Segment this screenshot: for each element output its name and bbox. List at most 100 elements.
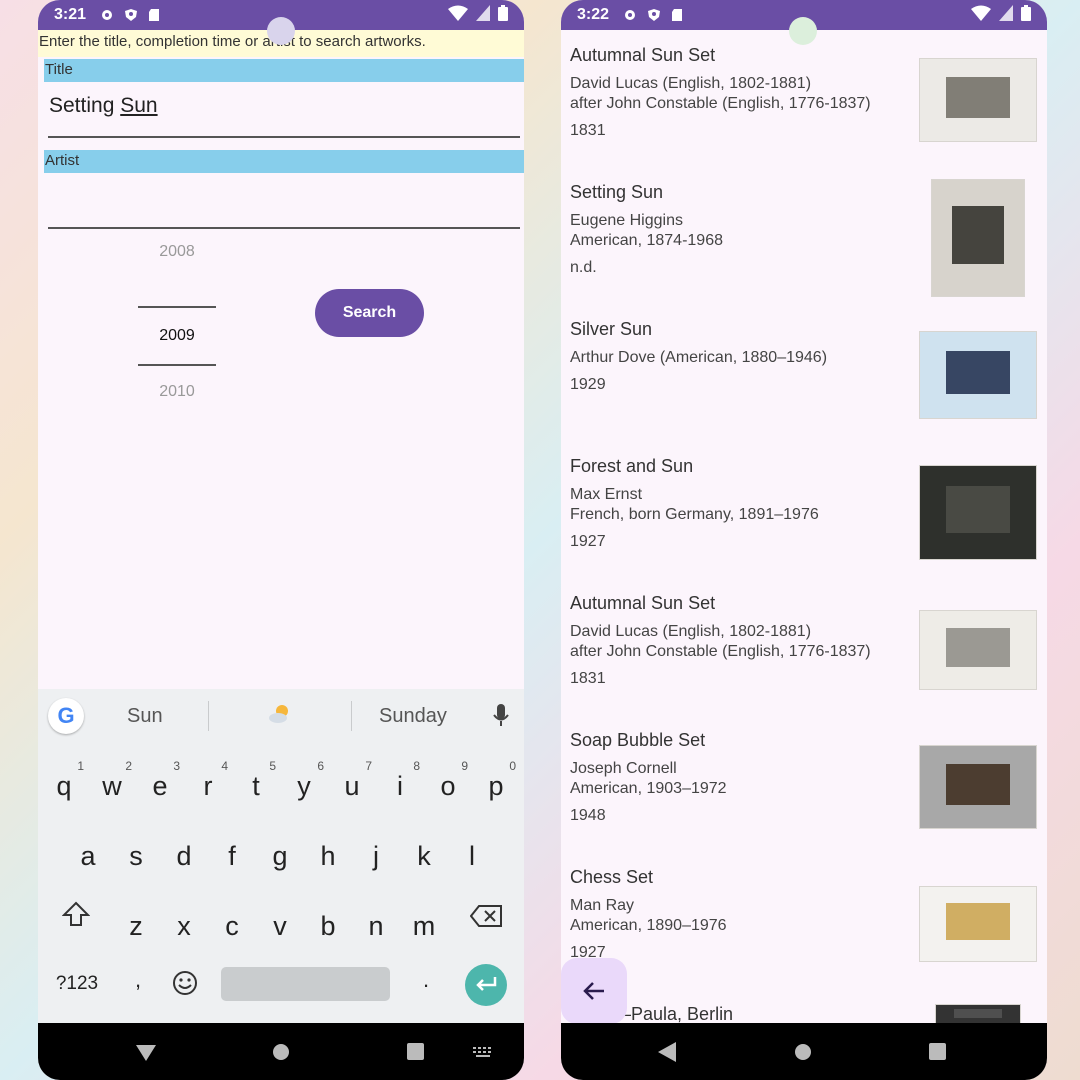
result-artist: Arthur Dove (American, 1880–1946) xyxy=(570,349,828,366)
key-hint-number: 8 xyxy=(413,759,420,773)
settings-icon xyxy=(623,8,637,22)
artwork-thumbnail[interactable] xyxy=(919,331,1037,419)
home-nav-icon[interactable] xyxy=(794,1043,812,1061)
key-hint-number: 9 xyxy=(461,759,468,773)
soft-keyboard: G Sun Sunday q1w2e3r4t5y6u7i8o9p0 asdfgh… xyxy=(38,689,524,1023)
comma-key[interactable]: , xyxy=(118,967,158,993)
recents-nav-icon[interactable] xyxy=(407,1043,424,1060)
key-m[interactable]: m xyxy=(404,911,444,942)
artwork-thumbnail[interactable] xyxy=(931,179,1025,297)
key-e[interactable]: e3 xyxy=(140,759,180,802)
year-picker[interactable]: 2008 2009 2010 xyxy=(138,236,216,448)
keyboard-row-1: q1w2e3r4t5y6u7i8o9p0 xyxy=(38,759,524,829)
back-nav-icon[interactable] xyxy=(136,1045,156,1061)
back-nav-icon[interactable] xyxy=(658,1042,676,1062)
emoji-icon[interactable] xyxy=(165,970,205,1003)
key-n[interactable]: n xyxy=(356,911,396,942)
key-hint-number: 2 xyxy=(125,759,132,773)
result-artist: Max Ernst French, born Germany, 1891–197… xyxy=(570,486,819,523)
key-r[interactable]: r4 xyxy=(188,759,229,802)
key-u[interactable]: u7 xyxy=(332,759,372,802)
key-z[interactable]: z xyxy=(116,911,156,942)
wifi-icon xyxy=(971,5,991,26)
key-k[interactable]: k xyxy=(404,841,444,872)
suggestion-strip: G Sun Sunday xyxy=(38,689,524,743)
search-button[interactable]: Search xyxy=(315,289,424,337)
period-key[interactable]: . xyxy=(406,967,446,993)
year-option-selected[interactable]: 2009 xyxy=(138,306,216,366)
year-option-prev[interactable]: 2008 xyxy=(138,236,216,308)
arrow-left-icon xyxy=(583,982,604,1000)
result-artist: Joseph Cornell American, 1903–1972 xyxy=(570,760,727,797)
title-input-text: Setting xyxy=(49,94,121,117)
key-hint-number: 3 xyxy=(173,759,180,773)
key-t[interactable]: t5 xyxy=(236,759,276,802)
key-v[interactable]: v xyxy=(260,911,300,942)
key-a[interactable]: a xyxy=(68,841,108,872)
back-button[interactable] xyxy=(561,958,627,1024)
key-c[interactable]: c xyxy=(212,911,252,942)
key-l[interactable]: l xyxy=(452,841,492,872)
key-hint-number: 6 xyxy=(317,759,324,773)
artist-label: Artist xyxy=(44,150,524,173)
artwork-thumbnail[interactable] xyxy=(919,745,1037,829)
key-f[interactable]: f xyxy=(212,841,252,872)
title-label: Title xyxy=(44,59,524,82)
suggestion-sun[interactable]: Sun xyxy=(127,705,163,728)
suggestion-divider xyxy=(208,701,209,731)
backspace-icon[interactable] xyxy=(466,903,506,934)
artwork-thumbnail[interactable] xyxy=(919,610,1037,690)
artist-input[interactable] xyxy=(48,173,520,229)
key-s[interactable]: s xyxy=(116,841,156,872)
artwork-thumbnail[interactable] xyxy=(919,886,1037,962)
result-artist: David Lucas (English, 1802-1881) after J… xyxy=(570,623,871,660)
key-d[interactable]: d xyxy=(164,841,204,872)
status-time: 3:22 xyxy=(577,6,610,23)
shift-icon[interactable] xyxy=(56,901,96,934)
key-o[interactable]: o9 xyxy=(428,759,468,802)
recents-nav-icon[interactable] xyxy=(929,1043,946,1060)
key-x[interactable]: x xyxy=(164,911,204,942)
wifi-icon xyxy=(448,5,468,26)
key-hint-number: 0 xyxy=(509,759,516,773)
weather-emoji-icon[interactable] xyxy=(267,702,293,732)
key-g[interactable]: g xyxy=(260,841,300,872)
home-nav-icon[interactable] xyxy=(272,1043,290,1061)
enter-key[interactable] xyxy=(465,964,507,1006)
navigation-bar xyxy=(561,1023,1047,1080)
touch-indicator xyxy=(267,17,295,45)
results-screen: 3:22 Autumnal Sun Set David Lucas (Englis… xyxy=(561,0,1047,1080)
symbols-key[interactable]: ?123 xyxy=(52,973,102,995)
artwork-thumbnail[interactable] xyxy=(919,465,1037,560)
key-hint-number: 4 xyxy=(221,759,228,773)
result-title: Chess Set xyxy=(570,867,654,887)
navigation-bar xyxy=(38,1023,524,1080)
result-artist: Man Ray American, 1890–1976 xyxy=(570,897,727,934)
key-h[interactable]: h xyxy=(308,841,348,872)
sd-card-icon xyxy=(148,8,162,22)
shield-icon xyxy=(124,8,138,22)
key-y[interactable]: y6 xyxy=(284,759,324,802)
artwork-thumbnail[interactable] xyxy=(919,58,1037,142)
key-hint-number: 1 xyxy=(77,759,84,773)
key-j[interactable]: j xyxy=(356,841,396,872)
key-q[interactable]: q1 xyxy=(44,759,84,802)
spacebar[interactable] xyxy=(221,967,390,1001)
artwork-image xyxy=(945,486,1011,533)
artwork-image xyxy=(952,205,1004,264)
keyboard-switch-icon[interactable] xyxy=(473,1047,493,1059)
key-p[interactable]: p0 xyxy=(476,759,516,802)
year-option-next[interactable]: 2010 xyxy=(138,376,216,448)
artwork-thumbnail[interactable] xyxy=(935,1004,1021,1024)
microphone-icon[interactable] xyxy=(493,704,509,734)
suggestion-sunday[interactable]: Sunday xyxy=(379,705,447,728)
title-input[interactable]: Setting Sun xyxy=(48,82,520,138)
key-b[interactable]: b xyxy=(308,911,348,942)
suggestion-divider xyxy=(351,701,352,731)
search-screen: 3:21 Enter the title, completion time or… xyxy=(38,0,524,1080)
artwork-image xyxy=(945,77,1011,119)
key-w[interactable]: w2 xyxy=(92,759,132,802)
google-icon[interactable]: G xyxy=(48,698,84,734)
key-i[interactable]: i8 xyxy=(380,759,420,802)
result-artist: David Lucas (English, 1802-1881) after J… xyxy=(570,75,871,112)
